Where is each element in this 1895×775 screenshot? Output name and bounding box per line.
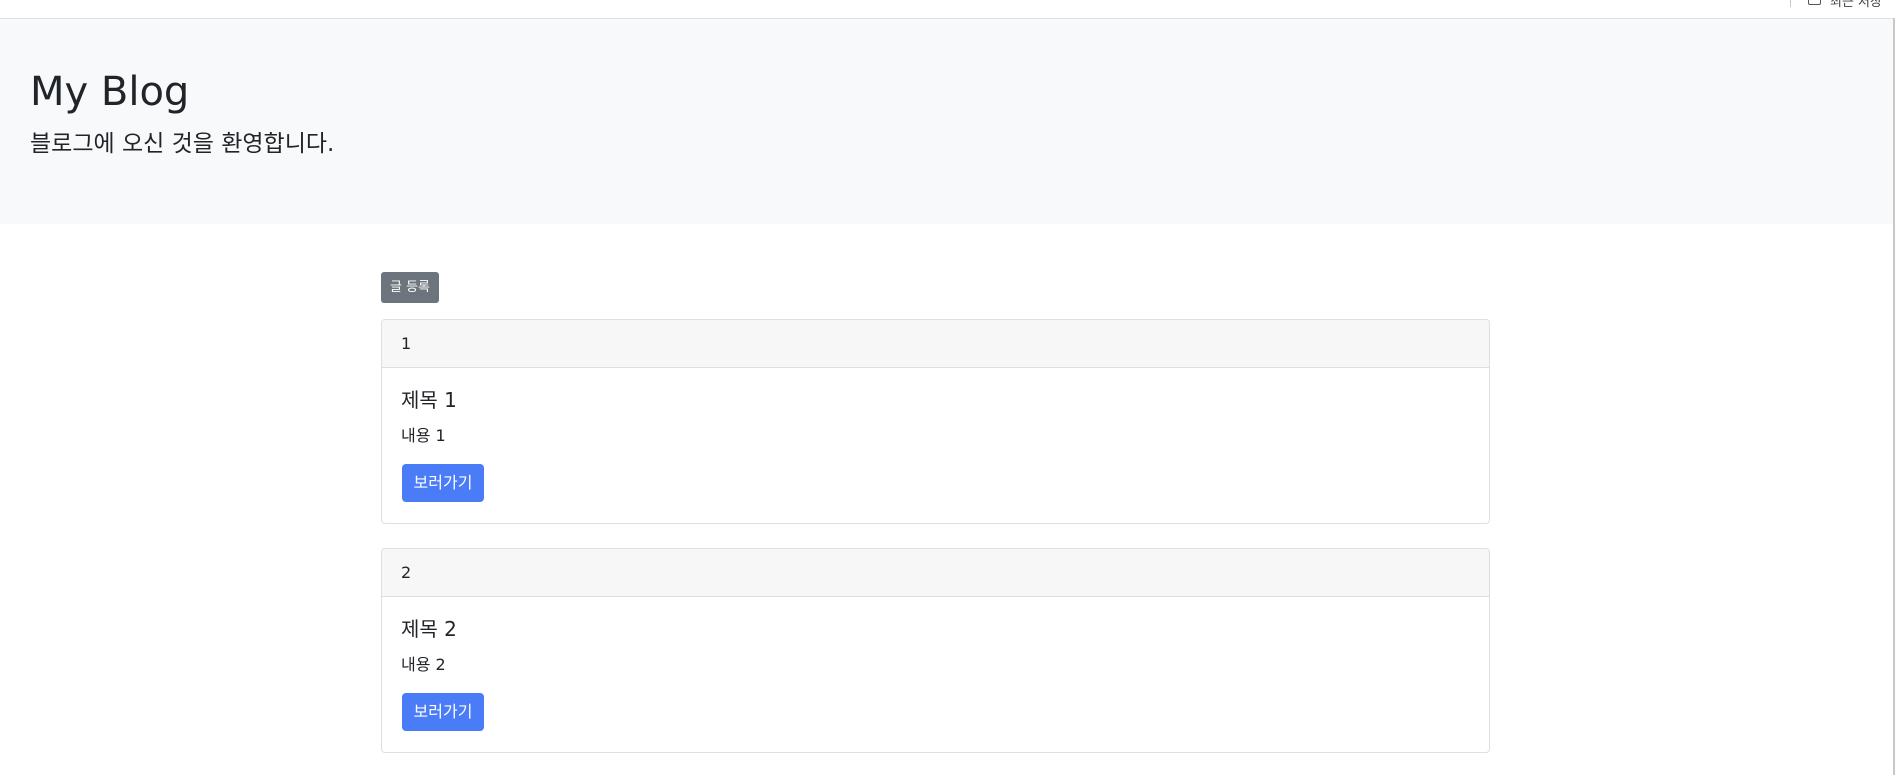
browser-top-bar: 최근 저장 xyxy=(0,0,1895,19)
jumbotron xyxy=(0,19,1893,224)
view-post-button[interactable]: 보러가기 xyxy=(402,464,484,502)
post-content: 내용 1 xyxy=(401,426,446,445)
post-id-header: 1 xyxy=(382,320,1489,368)
post-card: 2 제목 2 내용 2 보러가기 xyxy=(381,548,1490,753)
new-post-button[interactable]: 글 등록 xyxy=(381,272,439,303)
toolbar-clipped-label[interactable]: 최근 저장 xyxy=(1830,0,1882,10)
post-card: 1 제목 1 내용 1 보러가기 xyxy=(381,319,1490,524)
document-icon[interactable] xyxy=(1808,0,1821,5)
view-post-button[interactable]: 보러가기 xyxy=(402,693,484,731)
post-card-body: 제목 1 내용 1 보러가기 xyxy=(382,368,1489,523)
post-title: 제목 1 xyxy=(401,388,457,412)
page-subtitle: 블로그에 오신 것을 환영합니다. xyxy=(30,131,335,157)
page-title: My Blog xyxy=(30,69,190,115)
post-content: 내용 2 xyxy=(401,655,446,674)
toolbar-divider xyxy=(1790,0,1791,7)
post-id-header: 2 xyxy=(382,549,1489,597)
post-card-body: 제목 2 내용 2 보러가기 xyxy=(382,597,1489,752)
post-title: 제목 2 xyxy=(401,617,457,641)
